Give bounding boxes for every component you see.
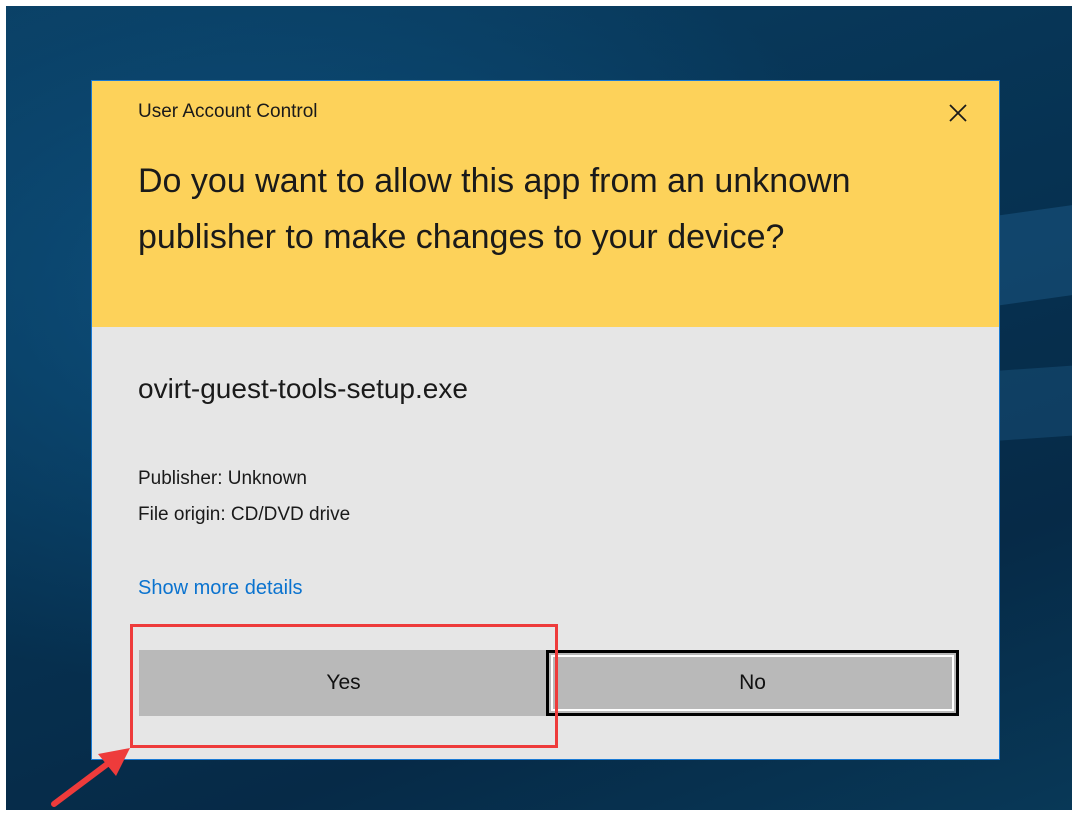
close-button[interactable] [940,95,976,131]
yes-button[interactable]: Yes [139,650,548,716]
yes-button-label: Yes [326,671,361,694]
dialog-title: User Account Control [138,101,318,122]
program-filename: ovirt-guest-tools-setup.exe [138,373,468,404]
close-icon [949,104,967,122]
dialog-header: User Account Control Do you want to allo… [92,81,999,327]
focus-ring [551,655,954,711]
publisher-text: Publisher: Unknown [138,468,307,489]
show-more-details-link[interactable]: Show more details [138,577,303,600]
uac-dialog: User Account Control Do you want to allo… [91,80,1000,760]
program-info: Publisher: Unknown File origin: CD/DVD d… [138,461,350,533]
no-button[interactable]: No [546,650,959,716]
file-origin-text: File origin: CD/DVD drive [138,504,351,525]
dialog-question: Do you want to allow this app from an un… [138,162,851,256]
